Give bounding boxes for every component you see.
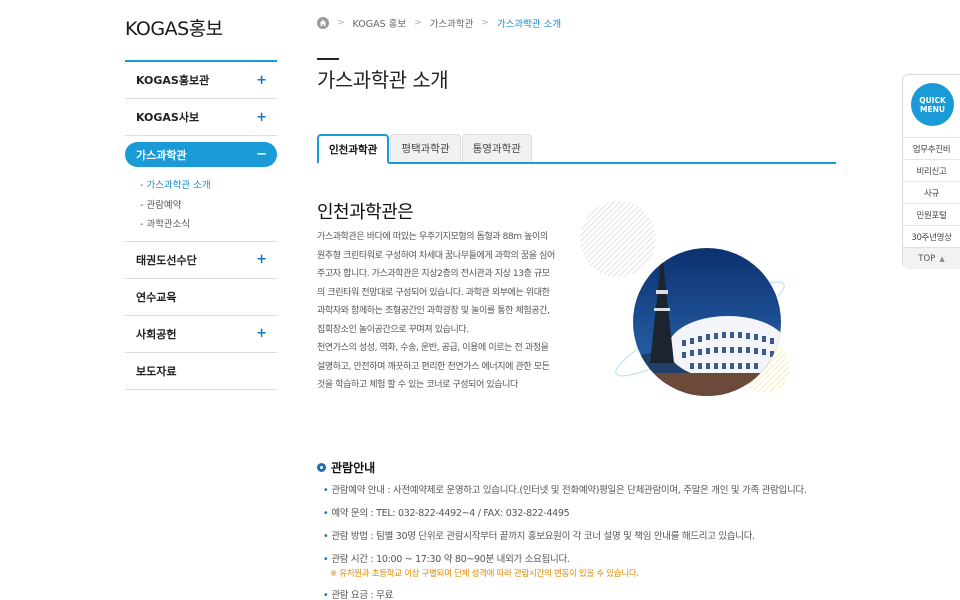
- sidebar-submenu: - 가스과학관 소개 - 관람예약 - 과학관소식: [125, 167, 277, 242]
- sidebar-menu: KOGAS홍보관 + KOGAS사보 + 가스과학관 − - 가스과학관 소개 …: [125, 60, 277, 390]
- sidebar-item-press[interactable]: 보도자료: [125, 353, 277, 390]
- plus-icon: +: [256, 72, 267, 88]
- sidebar-item-label: 연수교육: [136, 290, 177, 304]
- quick-item-regulations[interactable]: 사규: [903, 181, 960, 203]
- breadcrumb-item[interactable]: 가스과학관: [430, 16, 474, 30]
- intro-text: 가스과학관은 바다에 떠있는 우주기지모형의 돔형과 88m 높이의 원추형 크…: [317, 228, 557, 395]
- breadcrumb-separator: >: [337, 18, 345, 28]
- page-title: 가스과학관 소개: [317, 68, 449, 92]
- sidebar-item-social-contribution[interactable]: 사회공헌 +: [125, 316, 277, 353]
- info-item: • 예약 문의 : TEL: 032-822-4492~4 / FAX: 032-…: [323, 507, 843, 521]
- quick-menu-label-line1: QUICK: [919, 95, 946, 105]
- submenu-item-reservation[interactable]: - 관람예약: [140, 196, 277, 216]
- sidebar-item-label: 사회공헌: [136, 327, 177, 341]
- sidebar-item-label: KOGAS사보: [136, 111, 200, 124]
- sidebar-item-label: KOGAS홍보관: [136, 74, 210, 87]
- bullet-icon: [317, 463, 326, 472]
- home-icon[interactable]: [317, 17, 329, 29]
- quick-menu-items: 업무추진비 비리신고 사규 민원포털 30주년영상 TOP ▲: [903, 137, 960, 269]
- tab-pyeongtaek[interactable]: 평택과학관: [390, 134, 461, 162]
- quick-item-expenses[interactable]: 업무추진비: [903, 137, 960, 159]
- sidebar-item-training[interactable]: 연수교육: [125, 279, 277, 316]
- info-item-text: 관람예약 안내 : 사전예약제로 운영하고 있습니다.(인터넷 및 전화예약)평…: [331, 485, 807, 496]
- info-item: • 관람 요금 : 무료: [323, 589, 843, 600]
- breadcrumb-separator: >: [414, 18, 422, 28]
- submenu-item-news[interactable]: - 과학관소식: [140, 215, 277, 235]
- viewing-info-title: 관람안내: [331, 461, 376, 475]
- breadcrumb-item[interactable]: KOGAS 홍보: [353, 16, 407, 30]
- info-item: • 관람 방법 : 팀별 30명 단위로 관람시작부터 끝까지 홍보요원이 각 코…: [323, 530, 843, 544]
- bullet-icon: •: [323, 531, 329, 542]
- info-item-text: 관람 방법 : 팀별 30명 단위로 관람시작부터 끝까지 홍보요원이 각 코너…: [331, 531, 755, 542]
- sidebar-title: KOGAS홍보: [125, 18, 223, 40]
- scroll-top-label: TOP: [918, 253, 936, 264]
- sidebar-item-gas-science-hall: 가스과학관 − - 가스과학관 소개 - 관람예약 - 과학관소식: [125, 136, 277, 242]
- tab-tongyeong[interactable]: 통영과학관: [461, 134, 532, 162]
- scroll-top-button[interactable]: TOP ▲: [903, 247, 960, 269]
- sidebar-item-label: 태권도선수단: [136, 253, 197, 267]
- bullet-icon: •: [323, 590, 329, 600]
- info-item-text: 관람 요금 : 무료: [331, 590, 394, 600]
- bullet-icon: •: [323, 508, 329, 519]
- intro-heading: 인천과학관은: [317, 202, 414, 223]
- sidebar-item-kogas-magazine[interactable]: KOGAS사보 +: [125, 99, 277, 136]
- info-item: • 관람예약 안내 : 사전예약제로 운영하고 있습니다.(인터넷 및 전화예약)…: [323, 484, 843, 498]
- quick-item-civil-portal[interactable]: 민원포털: [903, 203, 960, 225]
- intro-paragraph: 천연가스의 성성, 역화, 수송, 운반, 공급, 이용에 이르는 전 과정을 …: [317, 343, 550, 390]
- info-item-text: 관람 시간 : 10:00 ~ 17:30 약 80~90분 내외가 소요됩니다…: [331, 554, 570, 565]
- info-note: ※ 유치원과 초등학교 이상 구별되며 단체 성격에 따라 관람시간의 변동이 …: [330, 569, 639, 579]
- plus-icon: +: [256, 109, 267, 125]
- bullet-icon: •: [323, 485, 329, 496]
- title-accent-bar: [317, 58, 339, 60]
- info-item-text: 예약 문의 : TEL: 032-822-4492~4 / FAX: 032-8…: [331, 508, 570, 519]
- tab-bar: 인천과학관 평택과학관 통영과학관: [317, 134, 836, 164]
- minus-icon: −: [256, 147, 267, 162]
- sidebar-active-pill[interactable]: 가스과학관 −: [125, 142, 277, 167]
- breadcrumb-separator: >: [481, 18, 489, 28]
- science-hall-photo: [580, 201, 790, 396]
- intro-paragraph: 가스과학관은 바다에 떠있는 우주기지모형의 돔형과 88m 높이의 원추형 크…: [317, 232, 555, 335]
- quick-menu: QUICK MENU 업무추진비 비리신고 사규 민원포털 30주년영상 TOP…: [902, 74, 960, 269]
- bullet-icon: •: [323, 554, 329, 565]
- viewing-info-list: • 관람예약 안내 : 사전예약제로 운영하고 있습니다.(인터넷 및 전화예약)…: [323, 484, 843, 600]
- sidebar-item-label: 보도자료: [136, 364, 177, 378]
- info-item: • 관람 시간 : 10:00 ~ 17:30 약 80~90분 내외가 소요됩니…: [323, 553, 843, 580]
- plus-icon: +: [256, 252, 267, 267]
- sidebar-item-label: 가스과학관: [136, 148, 187, 162]
- caret-up-icon: ▲: [939, 254, 945, 263]
- quick-menu-button[interactable]: QUICK MENU: [911, 83, 954, 126]
- viewing-info-heading: 관람안내: [317, 459, 375, 476]
- sidebar-item-kogas-hall[interactable]: KOGAS홍보관 +: [125, 62, 277, 99]
- quick-menu-label-line2: MENU: [920, 104, 945, 114]
- breadcrumb-current: 가스과학관 소개: [496, 19, 562, 30]
- plus-icon: +: [256, 326, 267, 341]
- sidebar-item-taekwondo[interactable]: 태권도선수단 +: [125, 242, 277, 279]
- quick-item-anniversary-video[interactable]: 30주년영상: [903, 225, 960, 247]
- quick-item-report[interactable]: 비리신고: [903, 159, 960, 181]
- tab-incheon[interactable]: 인천과학관: [317, 134, 390, 164]
- submenu-item-intro[interactable]: - 가스과학관 소개: [140, 176, 277, 196]
- breadcrumb: > KOGAS 홍보 > 가스과학관 > 가스과학관 소개: [317, 16, 561, 30]
